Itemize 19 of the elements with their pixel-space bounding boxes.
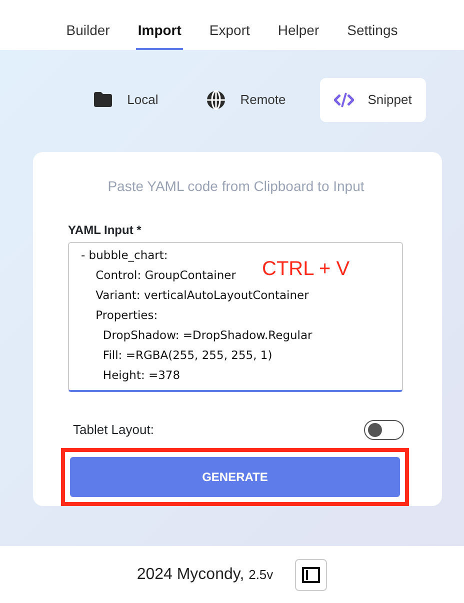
instruction-text: Paste YAML code from Clipboard to Input xyxy=(106,177,366,196)
generate-button[interactable]: GENERATE xyxy=(70,457,400,497)
tablet-layout-switch[interactable] xyxy=(364,420,404,440)
sidebar-toggle-button[interactable] xyxy=(295,558,328,590)
toggle-label: Tablet Layout: xyxy=(73,421,154,440)
footer-text: 2024 Mycondy, 2.5v xyxy=(136,564,274,584)
nav-tab[interactable]: Export xyxy=(207,20,252,50)
globe-icon xyxy=(206,90,226,110)
source-tab[interactable]: Snippet xyxy=(320,78,426,122)
sidebar-icon xyxy=(302,566,320,582)
field-label: YAML Input * xyxy=(68,222,142,239)
folder-icon xyxy=(93,90,114,110)
source-tab[interactable]: Remote xyxy=(192,78,300,122)
nav-tab[interactable]: Helper xyxy=(276,20,322,50)
nav-tab[interactable]: Settings xyxy=(345,20,400,50)
code-icon xyxy=(334,90,354,110)
nav-tab[interactable]: Builder xyxy=(64,20,112,50)
source-tab[interactable]: Local xyxy=(79,78,172,122)
annotation-text: CTRL + V xyxy=(262,257,350,282)
